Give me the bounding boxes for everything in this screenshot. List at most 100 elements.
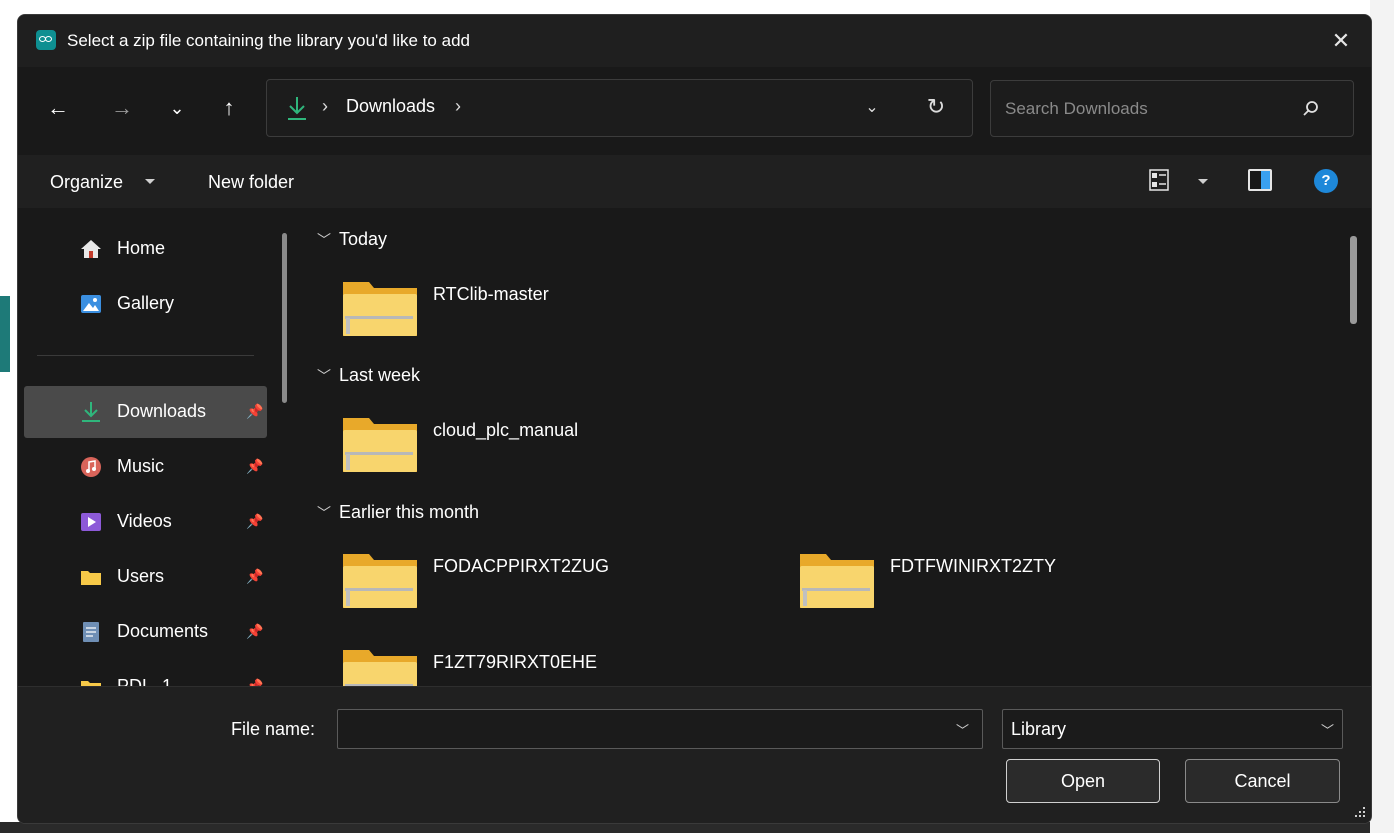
refresh-button[interactable]: ↻: [920, 91, 952, 123]
file-name: RTClib-master: [433, 284, 549, 304]
sidebar-item-users[interactable]: Users 📌: [24, 551, 267, 603]
file-item[interactable]: F1ZT79RIRXT0EHE: [341, 646, 781, 686]
sidebar-item-gallery[interactable]: Gallery: [24, 278, 267, 330]
pin-icon: 📌: [246, 623, 264, 639]
chevron-down-icon: ⌄: [865, 99, 879, 116]
address-history-dropdown[interactable]: ⌄: [857, 93, 887, 123]
file-name: cloud_plc_manual: [433, 420, 579, 440]
refresh-icon: ↻: [926, 94, 946, 119]
sidebar-item-label: Downloads: [117, 401, 207, 421]
group-header-last-week[interactable]: ﹀ Last week: [317, 365, 420, 386]
sidebar-item-label: Music: [117, 456, 165, 476]
file-list: ﹀ Today RTClib-master ﹀ Last week cloud_pl…: [301, 208, 1371, 686]
file-type-select[interactable]: Library ﹀: [1002, 709, 1343, 749]
sidebar-item-label: Users: [117, 566, 165, 586]
sidebar-item-label: PDL_1: [117, 676, 173, 686]
music-icon: [81, 457, 101, 477]
group-label: Last week: [339, 365, 421, 385]
file-name-input[interactable]: [337, 709, 983, 749]
chevron-down-icon[interactable]: ﹀: [956, 720, 972, 738]
file-item[interactable]: FODACPPIRXT2ZUG: [341, 550, 781, 620]
sidebar-item-label: Videos: [117, 511, 172, 531]
address-bar[interactable]: › Downloads › ⌄ ↻: [266, 79, 973, 137]
file-list-scrollbar[interactable]: [1350, 236, 1357, 324]
backdrop-app-edge: [0, 296, 10, 372]
videos-icon: [81, 513, 101, 531]
forward-arrow-icon: →: [111, 95, 133, 120]
zip-folder-icon: [343, 650, 417, 686]
close-icon: ✕: [1331, 28, 1351, 53]
downloads-icon: [82, 402, 100, 422]
preview-pane-icon[interactable]: [1248, 169, 1272, 191]
file-open-dialog: Select a zip file containing the library…: [17, 14, 1372, 824]
sidebar-scrollbar[interactable]: [282, 233, 287, 403]
sidebar-divider: [37, 355, 254, 356]
dialog-title: Select a zip file containing the library…: [67, 31, 470, 50]
resize-grip-icon[interactable]: [1353, 805, 1367, 819]
chevron-down-icon: ﹀: [317, 368, 331, 384]
pin-icon: 📌: [246, 458, 264, 474]
title-bar: Select a zip file containing the library…: [18, 15, 1371, 67]
organize-caret-icon: [145, 179, 155, 184]
sidebar-item-documents[interactable]: Documents 📌: [24, 606, 267, 658]
chevron-down-icon: ⌄: [169, 98, 185, 118]
file-name: FODACPPIRXT2ZUG: [433, 556, 610, 576]
gallery-icon: [81, 295, 101, 313]
folder-icon: [81, 681, 101, 686]
zip-folder-icon: [800, 554, 874, 608]
open-button[interactable]: Open: [1006, 759, 1160, 803]
dialog-footer: File name: ﹀ Library ﹀ Open Cancel: [18, 686, 1371, 823]
file-item[interactable]: RTClib-master: [341, 278, 781, 348]
sidebar-item-pdl-1[interactable]: PDL_1 📌: [24, 661, 267, 686]
sidebar-item-label: Home: [117, 238, 166, 258]
sidebar-item-home[interactable]: Home: [24, 223, 267, 275]
pin-icon: 📌: [246, 568, 264, 584]
group-header-earlier-this-month[interactable]: ﹀ Earlier this month: [317, 502, 479, 523]
zip-folder-icon: [343, 418, 417, 472]
up-button[interactable]: ↑: [211, 90, 247, 126]
organize-menu[interactable]: Organize: [50, 172, 123, 193]
file-item[interactable]: cloud_plc_manual: [341, 414, 781, 484]
view-options-caret-icon[interactable]: [1198, 179, 1208, 184]
search-icon: [1303, 101, 1318, 116]
zip-folder-icon: [343, 282, 417, 336]
folder-icon: [81, 571, 101, 585]
sidebar-item-label: Documents: [117, 621, 209, 641]
file-name: FDTFWINIRXT2ZTY: [890, 556, 1056, 576]
breadcrumb-downloads[interactable]: Downloads: [346, 96, 435, 117]
sidebar-item-videos[interactable]: Videos 📌: [24, 496, 267, 548]
home-icon: [81, 240, 101, 258]
search-input[interactable]: Search Downloads: [990, 80, 1354, 137]
forward-button[interactable]: →: [104, 90, 140, 126]
pin-icon: 📌: [246, 403, 264, 419]
new-folder-button[interactable]: New folder: [208, 172, 294, 193]
documents-icon: [83, 622, 99, 642]
pin-icon: 📌: [246, 678, 264, 686]
sidebar-item-music[interactable]: Music 📌: [24, 441, 267, 493]
download-arrow-icon: [288, 97, 306, 120]
backdrop-right-edge: [1370, 0, 1394, 833]
file-type-value: Library: [1011, 719, 1067, 739]
recent-locations-button[interactable]: ⌄: [159, 90, 195, 126]
file-name-label: File name:: [231, 719, 316, 739]
pin-icon: 📌: [246, 513, 264, 529]
breadcrumb-separator: ›: [322, 96, 328, 116]
chevron-down-icon: ﹀: [317, 232, 331, 248]
chevron-down-icon: ﹀: [317, 505, 331, 521]
back-arrow-icon: ←: [47, 95, 69, 120]
file-name: F1ZT79RIRXT0EHE: [433, 652, 598, 672]
breadcrumb-expand-chevron[interactable]: ›: [455, 96, 461, 117]
group-label: Today: [339, 229, 388, 249]
cancel-button[interactable]: Cancel: [1185, 759, 1340, 803]
group-header-today[interactable]: ﹀ Today: [317, 229, 387, 250]
chevron-down-icon: ﹀: [1321, 723, 1335, 738]
sidebar-item-downloads[interactable]: Downloads 📌: [24, 386, 267, 438]
up-arrow-icon: ↑: [223, 95, 235, 120]
help-icon[interactable]: ?: [1314, 169, 1338, 193]
file-item[interactable]: FDTFWINIRXT2ZTY: [798, 550, 1238, 620]
close-button[interactable]: ✕: [1323, 23, 1359, 59]
sidebar-item-label: Gallery: [117, 293, 175, 313]
back-button[interactable]: ←: [40, 90, 76, 126]
view-options-icon[interactable]: [1149, 169, 1169, 191]
arduino-app-icon: [36, 30, 56, 50]
